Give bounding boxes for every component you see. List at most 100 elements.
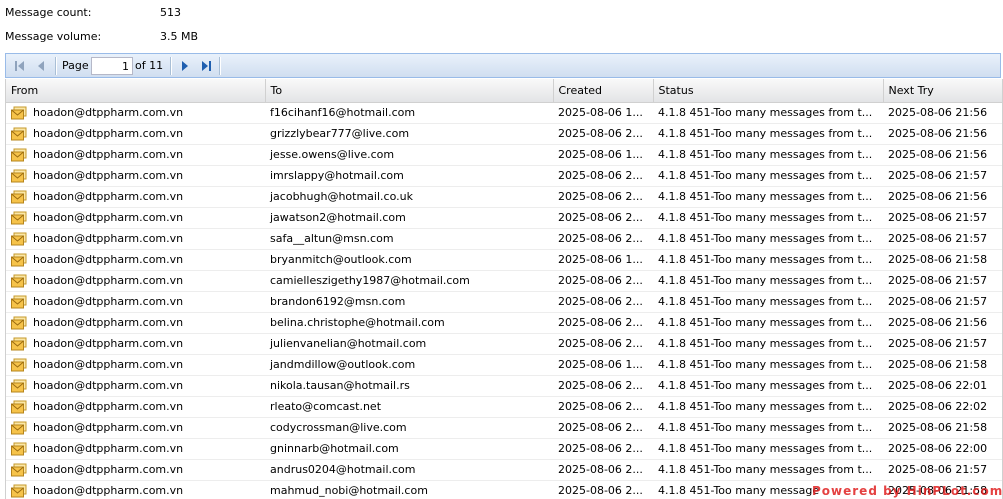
- created-cell: 2025-08-06 2...: [553, 123, 653, 145]
- from-cell: hoadon@dtppharm.com.vn: [6, 291, 265, 313]
- next-try-cell: 2025-08-06 21:56: [883, 102, 1002, 124]
- to-cell: andrus0204@hotmail.com: [265, 459, 553, 481]
- table-row[interactable]: hoadon@dtppharm.com.vn nikola.tausan@hotm…: [6, 375, 1002, 397]
- created-cell: 2025-08-06 2...: [553, 438, 653, 460]
- next-page-icon[interactable]: [177, 58, 193, 74]
- from-address: hoadon@dtppharm.com.vn: [33, 211, 184, 224]
- from-cell: hoadon@dtppharm.com.vn: [6, 312, 265, 334]
- next-try-cell: 2025-08-06 21:57: [883, 459, 1002, 481]
- from-cell: hoadon@dtppharm.com.vn: [6, 375, 265, 397]
- status-cell: 4.1.8 451-Too many messages from t...: [653, 312, 883, 334]
- to-cell: grizzlybear777@live.com: [265, 123, 553, 145]
- next-try-cell: 2025-08-06 21:57: [883, 291, 1002, 313]
- message-volume-label: Message volume:: [5, 30, 102, 43]
- status-cell: 4.1.8 451-Too many messages from t...: [653, 123, 883, 145]
- toolbar-separator: [55, 57, 57, 75]
- message-volume-value: 3.5 MB: [160, 30, 199, 43]
- next-try-cell: 2025-08-06 21:58: [883, 354, 1002, 376]
- next-try-cell: 2025-08-06 21:56: [883, 144, 1002, 166]
- table-row[interactable]: hoadon@dtppharm.com.vn brandon6192@msn.co…: [6, 291, 1002, 313]
- from-cell: hoadon@dtppharm.com.vn: [6, 480, 265, 499]
- table-row[interactable]: hoadon@dtppharm.com.vn jandmdillow@outloo…: [6, 354, 1002, 376]
- page-number-input[interactable]: [91, 57, 133, 75]
- prev-page-icon[interactable]: [33, 58, 49, 74]
- first-page-icon[interactable]: [12, 58, 28, 74]
- created-cell: 2025-08-06 1...: [553, 249, 653, 271]
- table-row[interactable]: hoadon@dtppharm.com.vn jacobhugh@hotmail.…: [6, 186, 1002, 208]
- envelope-icon: [11, 400, 27, 414]
- to-cell: imrslappy@hotmail.com: [265, 165, 553, 187]
- from-cell: hoadon@dtppharm.com.vn: [6, 354, 265, 376]
- envelope-icon: [11, 253, 27, 267]
- envelope-icon: [11, 232, 27, 246]
- from-address: hoadon@dtppharm.com.vn: [33, 274, 184, 287]
- status-cell: 4.1.8 451-Too many messages from t...: [653, 459, 883, 481]
- created-cell: 2025-08-06 2...: [553, 228, 653, 250]
- column-header-next-try[interactable]: Next Try: [883, 79, 1002, 103]
- toolbar-separator: [219, 57, 221, 75]
- table-row[interactable]: hoadon@dtppharm.com.vn camielleszigethy19…: [6, 270, 1002, 292]
- table-row[interactable]: hoadon@dtppharm.com.vn gninnarb@hotmail.c…: [6, 438, 1002, 460]
- column-header-status[interactable]: Status: [653, 79, 884, 103]
- column-header-to[interactable]: To: [265, 79, 554, 103]
- status-cell: 4.1.8 451-Too many messages from t...: [653, 438, 883, 460]
- from-address: hoadon@dtppharm.com.vn: [33, 442, 184, 455]
- to-cell: safa__altun@msn.com: [265, 228, 553, 250]
- from-cell: hoadon@dtppharm.com.vn: [6, 228, 265, 250]
- to-cell: gninnarb@hotmail.com: [265, 438, 553, 460]
- next-try-cell: 2025-08-06 21:57: [883, 228, 1002, 250]
- next-try-cell: 2025-08-06 22:02: [883, 396, 1002, 418]
- next-try-cell: 2025-08-06 21:57: [883, 333, 1002, 355]
- column-header-from[interactable]: From: [6, 79, 266, 103]
- from-address: hoadon@dtppharm.com.vn: [33, 148, 184, 161]
- table-row[interactable]: hoadon@dtppharm.com.vn codycrossman@live.…: [6, 417, 1002, 439]
- powered-by-watermark: Powered by HinPLot.com: [812, 484, 1003, 498]
- to-cell: f16cihanf16@hotmail.com: [265, 102, 553, 124]
- from-address: hoadon@dtppharm.com.vn: [33, 190, 184, 203]
- created-cell: 2025-08-06 2...: [553, 165, 653, 187]
- to-cell: jandmdillow@outlook.com: [265, 354, 553, 376]
- paging-toolbar: Page of 11: [5, 53, 1001, 78]
- from-address: hoadon@dtppharm.com.vn: [33, 337, 184, 350]
- table-row[interactable]: hoadon@dtppharm.com.vn imrslappy@hotmail.…: [6, 165, 1002, 187]
- from-address: hoadon@dtppharm.com.vn: [33, 127, 184, 140]
- envelope-icon: [11, 295, 27, 309]
- status-cell: 4.1.8 451-Too many messages from t...: [653, 207, 883, 229]
- table-row[interactable]: hoadon@dtppharm.com.vn rleato@comcast.net…: [6, 396, 1002, 418]
- table-row[interactable]: hoadon@dtppharm.com.vn safa__altun@msn.co…: [6, 228, 1002, 250]
- envelope-icon: [11, 211, 27, 225]
- envelope-icon: [11, 127, 27, 141]
- to-cell: belina.christophe@hotmail.com: [265, 312, 553, 334]
- table-row[interactable]: hoadon@dtppharm.com.vn f16cihanf16@hotmai…: [6, 102, 1002, 124]
- from-cell: hoadon@dtppharm.com.vn: [6, 165, 265, 187]
- status-cell: 4.1.8 451-Too many messages from t...: [653, 144, 883, 166]
- page-label: Page: [62, 59, 89, 72]
- table-row[interactable]: hoadon@dtppharm.com.vn grizzlybear777@liv…: [6, 123, 1002, 145]
- from-address: hoadon@dtppharm.com.vn: [33, 169, 184, 182]
- status-cell: 4.1.8 451-Too many messages from t...: [653, 270, 883, 292]
- next-try-cell: 2025-08-06 22:00: [883, 438, 1002, 460]
- column-header-created[interactable]: Created: [553, 79, 654, 103]
- table-row[interactable]: hoadon@dtppharm.com.vn andrus0204@hotmail…: [6, 459, 1002, 481]
- from-cell: hoadon@dtppharm.com.vn: [6, 144, 265, 166]
- table-row[interactable]: hoadon@dtppharm.com.vn julienvanelian@hot…: [6, 333, 1002, 355]
- next-try-cell: 2025-08-06 21:57: [883, 207, 1002, 229]
- table-row[interactable]: hoadon@dtppharm.com.vn jesse.owens@live.c…: [6, 144, 1002, 166]
- page-count-label: of 11: [135, 59, 164, 72]
- from-address: hoadon@dtppharm.com.vn: [33, 106, 184, 119]
- next-try-cell: 2025-08-06 21:56: [883, 186, 1002, 208]
- envelope-icon: [11, 463, 27, 477]
- created-cell: 2025-08-06 2...: [553, 312, 653, 334]
- table-row[interactable]: hoadon@dtppharm.com.vn bryanmitch@outlook…: [6, 249, 1002, 271]
- last-page-icon[interactable]: [198, 58, 214, 74]
- table-row[interactable]: hoadon@dtppharm.com.vn jawatson2@hotmail.…: [6, 207, 1002, 229]
- status-cell: 4.1.8 451-Too many messages from t...: [653, 102, 883, 124]
- created-cell: 2025-08-06 2...: [553, 333, 653, 355]
- table-row[interactable]: hoadon@dtppharm.com.vn belina.christophe@…: [6, 312, 1002, 334]
- created-cell: 2025-08-06 2...: [553, 396, 653, 418]
- envelope-icon: [11, 316, 27, 330]
- next-try-cell: 2025-08-06 21:56: [883, 312, 1002, 334]
- envelope-icon: [11, 421, 27, 435]
- envelope-icon: [11, 274, 27, 288]
- envelope-icon: [11, 358, 27, 372]
